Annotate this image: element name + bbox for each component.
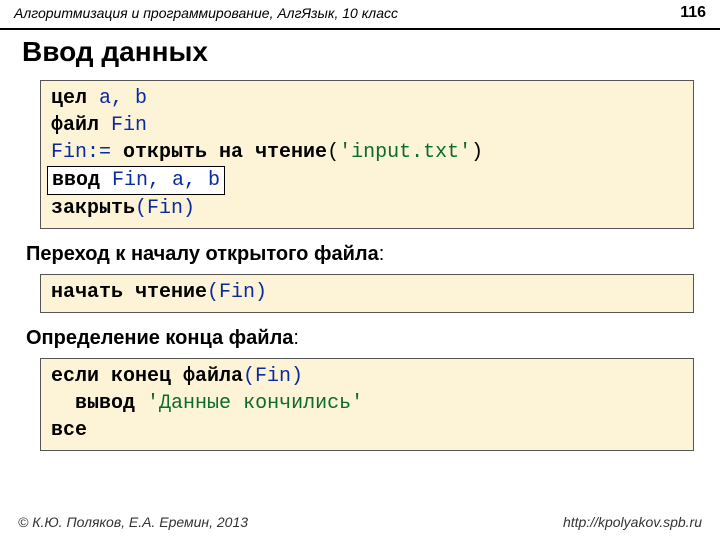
code-block-seek: начать чтение(Fin): [40, 274, 694, 313]
code-block-eof: если конец файла(Fin) вывод 'Данные конч…: [40, 358, 694, 451]
page-title: Ввод данных: [0, 30, 720, 78]
keyword: начать чтение: [51, 281, 207, 304]
code-line: вывод 'Данные кончились': [51, 390, 683, 417]
space: [135, 392, 147, 415]
code-line: ввод Fin, a, b: [51, 166, 683, 195]
string-literal: 'input.txt': [339, 141, 471, 164]
code-line: закрыть(Fin): [51, 195, 683, 222]
indent: [51, 392, 75, 415]
footer-link: http://kpolyakov.spb.ru: [563, 514, 702, 530]
copyright: © К.Ю. Поляков, Е.А. Еремин, 2013: [18, 514, 248, 530]
code-text: (Fin): [243, 365, 303, 388]
keyword: закрыть: [51, 197, 135, 220]
keyword: ввод: [52, 169, 100, 192]
code-line: все: [51, 417, 683, 444]
keyword: если: [51, 365, 99, 388]
subheading-text: Определение конца файла: [26, 327, 293, 349]
subheading-text: Переход к началу открытого файла: [26, 243, 379, 265]
keyword: вывод: [75, 392, 135, 415]
header-title: Алгоритмизация и программирование, АлгЯз…: [14, 5, 398, 21]
slide: Алгоритмизация и программирование, АлгЯз…: [0, 0, 720, 540]
keyword: цел: [51, 87, 87, 110]
code-line: файл Fin: [51, 112, 683, 139]
keyword: конец файла: [99, 365, 243, 388]
subheading-seek: Переход к началу открытого файла:: [0, 239, 720, 272]
code-text: Fin:=: [51, 141, 123, 164]
colon: :: [293, 327, 299, 349]
code-line: Fin:= открыть на чтение('input.txt'): [51, 139, 683, 166]
code-text: (: [327, 141, 339, 164]
string-literal: 'Данные кончились': [147, 392, 363, 415]
colon: :: [379, 243, 385, 265]
keyword: открыть на чтение: [123, 141, 327, 164]
code-text: Fin: [99, 114, 147, 137]
code-text: (Fin): [135, 197, 195, 220]
code-block-main: цел a, b файл Fin Fin:= открыть на чтени…: [40, 80, 694, 229]
keyword: все: [51, 419, 87, 442]
code-line: начать чтение(Fin): [51, 279, 683, 306]
keyword: файл: [51, 114, 99, 137]
page-number: 116: [680, 4, 706, 22]
slide-footer: © К.Ю. Поляков, Е.А. Еремин, 2013 http:/…: [0, 514, 720, 530]
highlight-box: ввод Fin, a, b: [47, 166, 225, 195]
code-line: если конец файла(Fin): [51, 363, 683, 390]
code-text: a, b: [87, 87, 147, 110]
slide-header: Алгоритмизация и программирование, АлгЯз…: [0, 0, 720, 30]
code-text: Fin, a, b: [100, 169, 220, 192]
code-text: (Fin): [207, 281, 267, 304]
code-line: цел a, b: [51, 85, 683, 112]
code-text: ): [471, 141, 483, 164]
subheading-eof: Определение конца файла:: [0, 323, 720, 356]
